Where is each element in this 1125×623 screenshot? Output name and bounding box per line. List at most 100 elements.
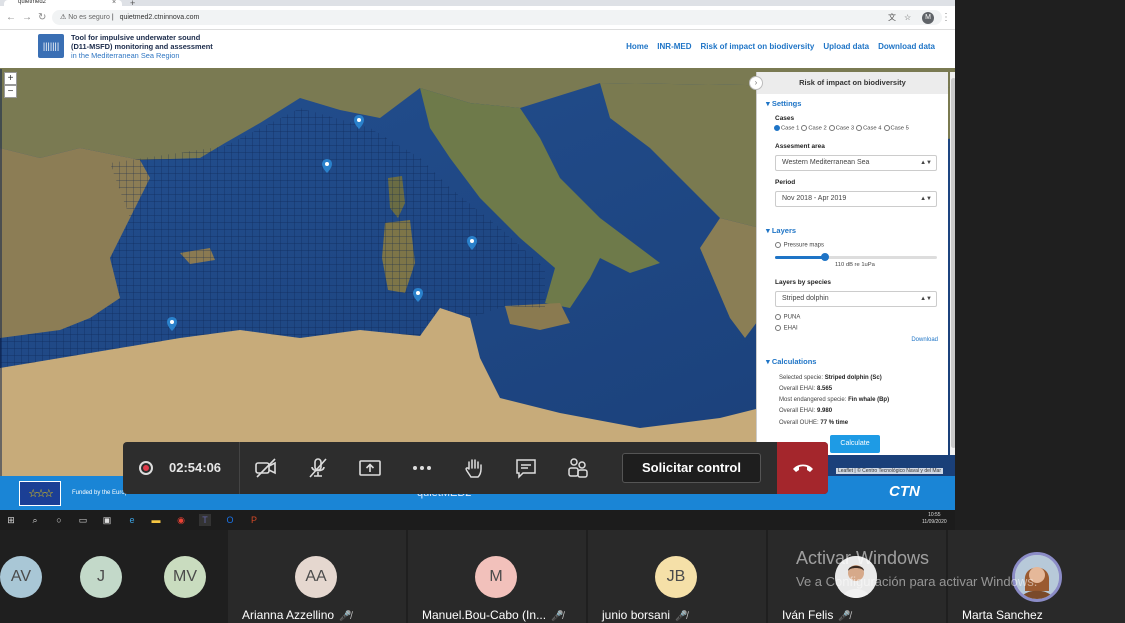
site-nav: Home INR-MED Risk of impact on biodivers… [626,42,935,51]
map-marker-icon[interactable] [413,288,423,302]
case-2-radio[interactable]: Case 2 [801,125,827,132]
chrome-icon[interactable]: ◉ [175,514,187,526]
meeting-timer: 02:54:06 [169,460,222,475]
share-screen-icon[interactable] [358,457,382,479]
star-icon[interactable]: ☆ [904,10,911,25]
tab-title: quietmed2 [18,0,47,5]
nav-inr-med[interactable]: INR-MED [657,42,691,51]
slider-handle[interactable] [821,253,830,261]
calculate-button[interactable]: Calculate [830,435,880,453]
meeting-side-area [955,0,1125,530]
case-5-label: Case 5 [890,125,909,132]
map-marker-icon[interactable] [354,115,364,129]
search-icon[interactable]: ⌕ [29,514,41,526]
puna-radio[interactable]: PUNA [775,314,800,321]
outlook-icon[interactable]: O [224,514,236,526]
map-attribution[interactable]: Leaflet | © Centro Tecnológico Naval y d… [836,468,943,474]
hang-up-icon [793,464,813,472]
assessment-area-label: Assesment area [775,143,825,150]
avatar[interactable]: MV [164,556,206,598]
pressure-maps-radio[interactable]: Pressure maps [775,242,824,249]
hang-up-button[interactable] [777,442,828,494]
avatar[interactable]: AV [0,556,42,598]
recording-icon [139,461,153,475]
mic-off-icon[interactable] [306,457,330,479]
edge-icon[interactable]: e [126,514,138,526]
nav-upload-data[interactable]: Upload data [823,42,869,51]
zoom-in-button[interactable]: + [4,72,17,85]
taskbar-clock[interactable]: 10:55 11/09/2020 [922,512,947,526]
settings-header[interactable]: ▾ Settings [766,99,801,108]
period-label: Period [775,179,796,186]
eu-flag-logo: ☆☆☆ [19,481,61,506]
forward-icon[interactable]: → [22,12,32,23]
avatar: M [475,556,517,598]
calc-label: Overall OUHE: [779,420,819,426]
security-label: No es seguro [68,14,110,21]
map-marker-icon[interactable] [322,159,332,173]
teams-icon[interactable]: T [199,514,211,526]
request-control-button[interactable]: Solicitar control [622,453,761,483]
download-link[interactable]: Download [911,337,938,343]
calc-selected-specie: Selected specie: Striped dolphin (Sc) [779,373,882,384]
ehai-radio[interactable]: EHAI [775,325,798,332]
store-icon[interactable]: ▣ [101,514,113,526]
case-4-radio[interactable]: Case 4 [856,125,882,132]
collapse-panel-icon[interactable]: › [749,76,763,90]
species-select[interactable]: Striped dolphin ▲▼ [775,291,937,307]
quietmed-logo: ||||||| [38,34,64,58]
nav-download-data[interactable]: Download data [878,42,935,51]
avatar[interactable]: J [80,556,122,598]
url-input[interactable]: ⚠ No es seguro | quietmed2.ctninnova.com… [52,10,942,25]
participant-name: junio borsani 🎤̸ [602,608,688,622]
raise-hand-icon[interactable] [462,457,486,479]
case-1-radio[interactable]: Case 1 [774,125,799,132]
map-marker-icon[interactable] [467,236,477,250]
radio-icon [775,314,781,320]
multitask-icon[interactable]: ▭ [77,514,89,526]
profile-avatar[interactable]: M [922,12,934,24]
layers-by-species-label: Layers by species [775,279,832,286]
participant-name: Iván Felis 🎤̸ [782,608,851,622]
nav-home[interactable]: Home [626,42,648,51]
zoom-out-button[interactable]: − [4,85,17,98]
select-caret-icon: ▲▼ [920,160,932,166]
layers-header[interactable]: ▾ Layers [766,226,796,235]
map-marker-icon[interactable] [167,317,177,331]
translate-icon[interactable]: 文 [888,10,896,25]
assessment-area-select[interactable]: Western Mediterranean Sea ▲▼ [775,155,937,171]
participants-icon[interactable] [566,457,590,479]
calc-value: 77 % time [820,420,849,426]
reload-icon[interactable]: ↻ [38,12,46,23]
participant-tile[interactable]: M Manuel.Bou-Cabo (In... 🎤̸ [408,530,586,623]
back-icon[interactable]: ← [6,12,16,23]
calculations-header[interactable]: ▾ Calculations [766,357,816,366]
mic-off-icon: 🎤̸ [675,611,688,622]
camera-off-icon[interactable] [254,457,278,479]
participant-tile[interactable]: JB junio borsani 🎤̸ [588,530,766,623]
participant-tile[interactable]: AA Arianna Azzellino 🎤̸ [228,530,406,623]
period-select[interactable]: Nov 2018 - Apr 2019 ▲▼ [775,191,937,207]
more-options-icon[interactable] [410,457,434,479]
activate-windows-title: Activar Windows [796,548,930,568]
case-5-radio[interactable]: Case 5 [883,125,909,132]
case-3-radio[interactable]: Case 3 [828,125,854,132]
panel-title: Risk of impact on biodiversity [757,72,948,94]
calc-ehai-2: Overall EHAI: 9.980 [779,406,832,417]
participant-name: Arianna Azzellino 🎤̸ [242,608,352,622]
chat-icon[interactable] [514,457,538,479]
site-header: ||||||| Tool for impulsive underwater so… [0,30,955,68]
nav-risk-impact[interactable]: Risk of impact on biodiversity [701,42,815,51]
pressure-slider[interactable] [775,253,937,261]
site-title-line3: in the Mediterranean Sea Region [71,51,180,60]
windows-start-icon[interactable]: ⊞ [5,514,17,526]
meeting-control-bar: 02:54:06 Solicitar control [123,442,828,494]
task-view-icon[interactable]: ○ [53,514,65,526]
address-bar-area: ← → ↻ ⚠ No es seguro | quietmed2.ctninno… [0,6,955,30]
folder-icon[interactable]: ▬ [150,514,162,526]
radio-icon [856,125,863,131]
powerpoint-icon[interactable]: P [248,514,260,526]
case-2-label: Case 2 [808,125,827,132]
menu-dots-icon[interactable]: ⋮ [941,12,951,23]
case-4-label: Case 4 [863,125,882,132]
